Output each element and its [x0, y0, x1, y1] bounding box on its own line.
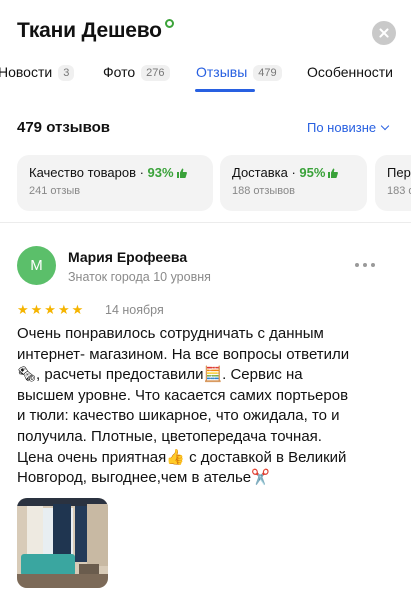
- author-level: Знаток города 10 уровня: [68, 270, 211, 284]
- review-date: 14 ноября: [105, 303, 164, 317]
- rating-percent: 93%: [147, 165, 174, 180]
- close-button[interactable]: [372, 21, 396, 45]
- review-text-line: Новгород, выгоднее,чем в ателье✂️: [17, 469, 270, 487]
- review-photo[interactable]: [17, 498, 108, 588]
- rating-percent: 95%: [299, 165, 326, 180]
- rating-card-delivery[interactable]: Доставка · 95% 188 отзывов: [220, 155, 367, 211]
- rating-count: 183 о: [387, 185, 411, 197]
- rating-stars: ★★★★★: [17, 302, 86, 317]
- verified-icon: [164, 19, 174, 28]
- tab-news-label: Новости: [0, 64, 53, 80]
- tab-features[interactable]: Особенности: [307, 64, 393, 92]
- sort-label: По новизне: [307, 120, 377, 135]
- active-tab-indicator: [195, 89, 255, 92]
- curtains-photo-image: [17, 498, 108, 588]
- review-text-line: Цена очень приятная👍 с доставкой в Велик…: [17, 448, 347, 466]
- reviews-total: 479 отзывов: [17, 119, 111, 136]
- tab-news[interactable]: Новости 3: [0, 64, 75, 92]
- rating-card-staff[interactable]: Перс 183 о: [375, 155, 411, 211]
- rating-category: Перс: [387, 165, 411, 180]
- tab-photos[interactable]: Фото 276: [103, 64, 170, 92]
- review-text-line: интернет- магазином. На все вопросы отве…: [17, 345, 350, 363]
- more-options-icon[interactable]: [355, 263, 375, 267]
- review-text-line: и тюли: качество шикарное, что ожидала, …: [17, 407, 340, 425]
- tab-features-label: Особенности: [307, 64, 393, 80]
- rating-count: 188 отзывов: [232, 185, 295, 197]
- reviews-count-row: 479 отзывов По новизне: [0, 112, 411, 142]
- tab-reviews-label: Отзывы: [196, 64, 248, 80]
- sort-dropdown[interactable]: По новизне: [307, 120, 390, 135]
- review-author[interactable]: Мария Ерофеева: [68, 249, 187, 265]
- review-text-line: получила. Плотные, цветопередача точная.: [17, 427, 322, 445]
- review-text-line: 🗞, расчеты предоставили🧮. Сервис на: [17, 366, 303, 384]
- page-title: Ткани Дешево: [17, 19, 174, 43]
- tab-photos-count: 276: [141, 65, 170, 81]
- tab-photos-label: Фото: [103, 64, 136, 80]
- tab-reviews[interactable]: Отзывы 479: [196, 64, 282, 92]
- review-text-line: высшем уровне. Что касается самих портье…: [17, 386, 349, 404]
- rating-card-quality[interactable]: Качество товаров · 93% 241 отзыв: [17, 155, 213, 211]
- review-text-line: Очень понравилось сотрудничать с данным: [17, 325, 324, 342]
- divider: [0, 222, 411, 223]
- rating-count: 241 отзыв: [29, 185, 81, 197]
- tab-news-count: 3: [58, 65, 75, 81]
- rating-category: Доставка: [232, 165, 288, 180]
- tab-reviews-count: 479: [253, 65, 282, 81]
- avatar[interactable]: М: [17, 246, 56, 285]
- page-title-text: Ткани Дешево: [17, 19, 162, 42]
- chevron-down-icon: [380, 121, 390, 131]
- tab-bar: Новости 3 Фото 276 Отзывы 479 Особенности: [0, 60, 411, 96]
- rating-cards: Качество товаров · 93% 241 отзыв Доставк…: [0, 155, 411, 213]
- thumbs-up-icon: [328, 168, 339, 178]
- review-text: Очень понравилось сотрудничать с данным …: [17, 324, 402, 489]
- rating-category: Качество товаров: [29, 165, 136, 180]
- header: Ткани Дешево: [0, 0, 411, 64]
- thumbs-up-icon: [176, 168, 187, 178]
